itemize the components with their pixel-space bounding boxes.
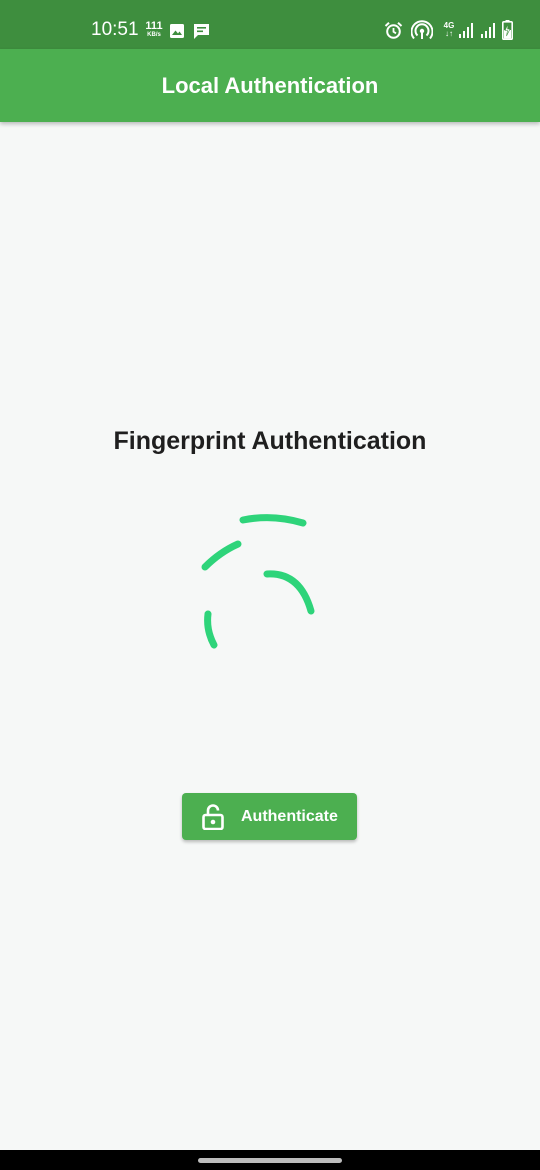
network-speed: 111 KB/s xyxy=(143,21,165,39)
lock-open-icon xyxy=(202,804,224,830)
signal-icon xyxy=(459,23,473,38)
spinner-arc xyxy=(204,610,218,649)
authenticate-button-label: Authenticate xyxy=(241,808,338,825)
message-icon xyxy=(194,24,209,39)
image-icon xyxy=(170,24,184,38)
battery-charging-icon xyxy=(502,20,513,40)
status-bar: 10:51 111 KB/s 4G ↓↑ xyxy=(0,0,540,49)
screen: 10:51 111 KB/s 4G ↓↑ Local Authenticatio… xyxy=(0,0,540,1170)
network-type: 4G ↓↑ xyxy=(442,21,456,38)
hotspot-icon xyxy=(411,20,433,40)
spinner-arc xyxy=(263,570,315,615)
signal-icon xyxy=(481,23,495,38)
status-time: 10:51 xyxy=(91,19,139,40)
alarm-icon xyxy=(384,22,403,39)
network-speed-value: 111 xyxy=(145,20,163,32)
navigation-bar xyxy=(0,1150,540,1170)
app-bar: Local Authentication xyxy=(0,49,540,122)
network-speed-unit: KB/s xyxy=(147,32,161,38)
network-activity-arrows: ↓↑ xyxy=(445,29,453,38)
spinner-arc xyxy=(239,514,307,527)
page-heading: Fingerprint Authentication xyxy=(113,427,427,455)
gesture-handle[interactable] xyxy=(198,1158,342,1163)
app-title: Local Authentication xyxy=(161,73,379,98)
authenticate-button[interactable]: Authenticate xyxy=(182,793,357,840)
fingerprint-scan-spinner xyxy=(201,514,315,649)
spinner-arc xyxy=(201,540,242,571)
